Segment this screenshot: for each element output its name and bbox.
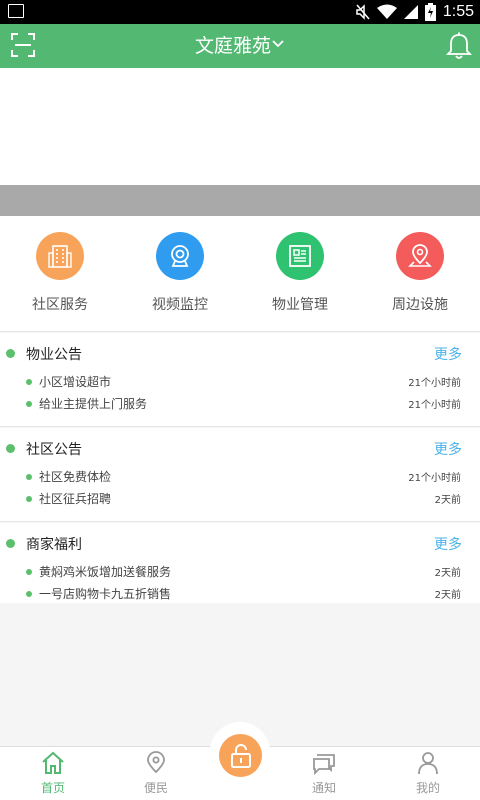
- tab-convenience[interactable]: 便民: [116, 747, 196, 800]
- list-item[interactable]: 社区征兵招聘 2天前: [26, 489, 466, 509]
- tab-label: 首页: [40, 781, 65, 795]
- item-text: 小区增设超市: [39, 375, 112, 389]
- list-item[interactable]: 给业主提供上门服务 21个小时前: [26, 394, 466, 414]
- video-monitor-button[interactable]: 视频监控: [120, 232, 240, 314]
- unlock-button[interactable]: [219, 734, 262, 777]
- item-time: 21个小时前: [408, 400, 461, 411]
- app-header: 文庭雅苑: [0, 24, 480, 68]
- section-title: 商家福利: [26, 537, 82, 553]
- item-dot: [26, 474, 32, 480]
- community-service-button[interactable]: 社区服务: [0, 232, 120, 314]
- more-link[interactable]: 更多: [434, 534, 462, 554]
- tab-label: 便民: [143, 781, 168, 795]
- tab-label: 通知: [311, 781, 336, 795]
- signal-icon: [403, 5, 418, 19]
- list-item[interactable]: 社区免费体检 21个小时前: [26, 467, 466, 487]
- item-dot: [26, 591, 32, 597]
- list-item[interactable]: 黄焖鸡米饭增加送餐服务 2天前: [26, 562, 466, 582]
- status-time: 1:55: [442, 3, 474, 20]
- tab-notifications[interactable]: 通知: [284, 747, 364, 800]
- property-management-button[interactable]: 物业管理: [240, 232, 360, 314]
- section-dot: [6, 539, 15, 548]
- item-time: 2天前: [434, 568, 461, 579]
- item-time: 2天前: [434, 590, 461, 601]
- tab-profile[interactable]: 我的: [388, 747, 468, 800]
- more-link[interactable]: 更多: [434, 439, 462, 459]
- item-dot: [26, 379, 32, 385]
- quick-action-label: 视频监控: [152, 297, 208, 313]
- document-icon: [276, 232, 324, 280]
- merchant-benefits-section: 商家福利 更多 黄焖鸡米饭增加送餐服务 2天前 一号店购物卡九五折销售 2天前: [0, 523, 480, 603]
- list-item[interactable]: 小区增设超市 21个小时前: [26, 372, 466, 392]
- quick-action-label: 社区服务: [32, 297, 88, 313]
- home-icon: [42, 751, 64, 774]
- section-dot: [6, 444, 15, 453]
- person-icon: [418, 752, 438, 775]
- item-text: 黄焖鸡米饭增加送餐服务: [39, 565, 172, 579]
- image-notification-icon: [8, 4, 24, 18]
- item-time: 21个小时前: [408, 378, 461, 389]
- nearby-facilities-button[interactable]: 周边设施: [360, 232, 480, 314]
- section-dot: [6, 349, 15, 358]
- unlock-icon: [230, 743, 251, 768]
- section-title: 物业公告: [26, 347, 82, 363]
- building-icon: [36, 232, 84, 280]
- section-title: 社区公告: [26, 442, 82, 458]
- bell-icon[interactable]: [446, 32, 472, 60]
- battery-charging-icon: [424, 3, 436, 21]
- wifi-icon: [376, 4, 397, 19]
- item-dot: [26, 569, 32, 575]
- item-text: 一号店购物卡九五折销售: [39, 587, 172, 601]
- item-text: 给业主提供上门服务: [39, 397, 148, 411]
- quick-action-label: 周边设施: [392, 297, 448, 313]
- status-bar: 1:55: [0, 0, 480, 24]
- banner-carousel[interactable]: [0, 68, 480, 185]
- map-pin-icon: [147, 751, 165, 774]
- property-notice-section: 物业公告 更多 小区增设超市 21个小时前 给业主提供上门服务 21个小时前: [0, 333, 480, 427]
- item-dot: [26, 496, 32, 502]
- list-item[interactable]: 一号店购物卡九五折销售 2天前: [26, 584, 466, 604]
- item-text: 社区征兵招聘: [39, 492, 112, 506]
- banner-indicator-bar: [0, 185, 480, 216]
- mute-icon: [356, 4, 370, 20]
- quick-actions: 社区服务 视频监控 物业管理 周边设施: [0, 216, 480, 332]
- webcam-icon: [156, 232, 204, 280]
- item-dot: [26, 401, 32, 407]
- item-text: 社区免费体检: [39, 470, 112, 484]
- item-time: 2天前: [434, 495, 461, 506]
- community-selector[interactable]: 文庭雅苑: [0, 24, 480, 68]
- quick-action-label: 物业管理: [272, 297, 328, 313]
- location-pin-icon: [396, 232, 444, 280]
- page-title: 文庭雅苑: [194, 35, 271, 57]
- chevron-down-icon: [272, 40, 284, 48]
- community-notice-section: 社区公告 更多 社区免费体检 21个小时前 社区征兵招聘 2天前: [0, 428, 480, 522]
- tab-label: 我的: [415, 781, 440, 795]
- item-time: 21个小时前: [408, 473, 461, 484]
- chat-icon: [313, 754, 335, 775]
- tab-home[interactable]: 首页: [13, 747, 93, 800]
- more-link[interactable]: 更多: [434, 344, 462, 364]
